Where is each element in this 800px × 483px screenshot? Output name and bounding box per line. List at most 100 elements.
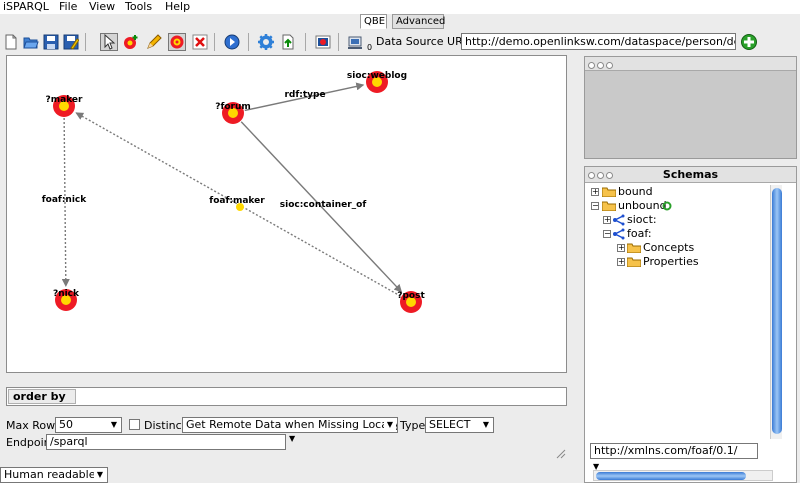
- order-by-button[interactable]: order by: [8, 389, 76, 404]
- edge-label[interactable]: sioc:container_of: [280, 200, 367, 210]
- edit-icon[interactable]: [145, 33, 163, 51]
- scrollbar-thumb[interactable]: [596, 472, 746, 480]
- expand-icon[interactable]: +: [617, 258, 625, 266]
- tree-label: bound: [618, 185, 653, 198]
- remote-data-value: Get Remote Data when Missing Locally: [186, 418, 398, 431]
- schemas-title-bar[interactable]: Schemas: [585, 167, 796, 183]
- isparql-window: iSPARQL File View Tools Help QBE Advance…: [0, 0, 800, 483]
- tree-label: Concepts: [643, 241, 695, 254]
- query-graph[interactable]: rdf:type sioc:container_of foaf:nick foaf:m…: [7, 56, 568, 374]
- collapse-icon[interactable]: −: [603, 230, 611, 238]
- output-format-dropdown-icon[interactable]: ▼: [94, 469, 106, 481]
- menu-view[interactable]: View: [89, 0, 115, 13]
- tree-item-sioct[interactable]: + sioct:: [603, 213, 763, 227]
- menu-bar: iSPARQL File View Tools Help: [0, 0, 800, 14]
- new-query-icon[interactable]: [2, 33, 20, 51]
- tab-advanced[interactable]: Advanced: [392, 14, 445, 29]
- graph-node-weblog[interactable]: sioc:weblog: [347, 71, 407, 93]
- max-rows-label: Max Rows: [6, 419, 61, 432]
- schemas-title: Schemas: [662, 168, 719, 181]
- add-node-icon[interactable]: [122, 33, 140, 51]
- distinct-label: Distinct: [144, 419, 186, 432]
- tree-item-foaf[interactable]: − foaf:: [603, 227, 763, 241]
- endpoint-input[interactable]: /sparql: [46, 434, 286, 450]
- schemas-horizontal-scrollbar[interactable]: [593, 470, 773, 481]
- query-type-dropdown-icon[interactable]: ▼: [480, 419, 492, 431]
- max-rows-dropdown-icon[interactable]: ▼: [108, 419, 120, 431]
- menu-help[interactable]: Help: [165, 0, 190, 13]
- expand-icon[interactable]: +: [603, 216, 611, 224]
- run-query-icon[interactable]: [223, 33, 241, 51]
- edge-label[interactable]: rdf:type: [284, 90, 325, 100]
- open-icon[interactable]: [22, 33, 40, 51]
- node-label: ?post: [397, 291, 425, 301]
- scrollbar-thumb[interactable]: [772, 188, 782, 434]
- endpoint-dropdown-icon[interactable]: ▼: [289, 434, 295, 443]
- tree-label: foaf:: [627, 227, 652, 240]
- query-graph-canvas[interactable]: rdf:type sioc:container_of foaf:nick foaf:m…: [6, 55, 567, 373]
- folder-open-icon: [602, 201, 616, 211]
- save-as-icon[interactable]: [62, 33, 80, 51]
- minimize-dot-icon[interactable]: [597, 62, 604, 69]
- menu-tools[interactable]: Tools: [125, 0, 152, 13]
- query-type-select[interactable]: SELECT ▼: [425, 417, 494, 433]
- schemas-vertical-scrollbar[interactable]: [770, 185, 782, 439]
- graph-node-post[interactable]: ?post: [397, 291, 425, 313]
- refresh-icon[interactable]: [662, 201, 672, 211]
- remote-data-select[interactable]: Get Remote Data when Missing Locally ▼: [182, 417, 398, 433]
- query-type-value: SELECT: [429, 418, 471, 431]
- tree-item-bound[interactable]: + bound: [591, 185, 761, 199]
- maximize-dot-icon[interactable]: [606, 62, 613, 69]
- datasource-count: 0: [367, 43, 373, 52]
- max-rows-value: 50: [59, 418, 73, 431]
- collapse-icon[interactable]: −: [591, 202, 599, 210]
- datasource-uri-input[interactable]: http://demo.openlinksw.com/dataspace/per…: [461, 33, 736, 50]
- tab-qbe[interactable]: QBE: [360, 14, 387, 29]
- folder-icon: [627, 257, 641, 267]
- load-icon[interactable]: [279, 33, 297, 51]
- output-format-value: Human readable: [4, 468, 96, 481]
- output-format-select[interactable]: Human readable ▼: [0, 467, 108, 483]
- namespace-icon: [613, 214, 625, 226]
- folder-icon: [627, 243, 641, 253]
- resize-grip-icon[interactable]: [556, 449, 566, 459]
- edge-label[interactable]: foaf:nick: [42, 195, 88, 205]
- tree-item-concepts[interactable]: + Concepts: [617, 241, 763, 255]
- max-rows-select[interactable]: 50 ▼: [55, 417, 122, 433]
- tree-label: sioct:: [627, 213, 657, 226]
- results-icon[interactable]: [314, 33, 332, 51]
- save-icon[interactable]: [42, 33, 60, 51]
- empty-floating-panel: [584, 56, 797, 159]
- order-by-bar[interactable]: order by: [6, 387, 567, 406]
- node-label: ?nick: [53, 289, 80, 299]
- node-label: sioc:weblog: [347, 71, 407, 81]
- namespace-input[interactable]: http://xmlns.com/foaf/0.1/: [590, 443, 758, 459]
- graph-node-forum[interactable]: ?forum: [215, 102, 251, 124]
- data-source-icon[interactable]: [347, 33, 365, 51]
- delete-icon[interactable]: [191, 33, 209, 51]
- pointer-icon[interactable]: [100, 33, 118, 51]
- type-label: Type: [400, 419, 426, 432]
- add-graph-icon[interactable]: [168, 33, 186, 51]
- edge-label[interactable]: foaf:maker: [209, 196, 265, 206]
- settings-icon[interactable]: [257, 33, 275, 51]
- remote-data-dropdown-icon[interactable]: ▼: [384, 419, 396, 431]
- tree-item-properties[interactable]: + Properties: [617, 255, 763, 269]
- expand-icon[interactable]: +: [591, 188, 599, 196]
- distinct-checkbox[interactable]: [129, 419, 140, 430]
- add-datasource-icon[interactable]: [741, 34, 757, 50]
- schemas-panel: Schemas + bound − unbound + sioct: − foa…: [584, 166, 797, 483]
- panel-title-bar[interactable]: [585, 57, 796, 71]
- graph-node-nick[interactable]: ?nick: [53, 289, 80, 311]
- menu-file[interactable]: File: [59, 0, 77, 13]
- menu-app[interactable]: iSPARQL: [3, 0, 49, 13]
- tree-label: unbound: [618, 199, 667, 212]
- tree-item-unbound[interactable]: − unbound: [591, 199, 761, 213]
- datasource-label: Data Source URI: [376, 35, 466, 48]
- expand-icon[interactable]: +: [617, 244, 625, 252]
- node-label: ?forum: [215, 102, 251, 112]
- node-label: ?maker: [46, 95, 84, 105]
- graph-node-maker[interactable]: ?maker: [46, 95, 84, 117]
- folder-icon: [602, 187, 616, 197]
- close-dot-icon[interactable]: [588, 62, 595, 69]
